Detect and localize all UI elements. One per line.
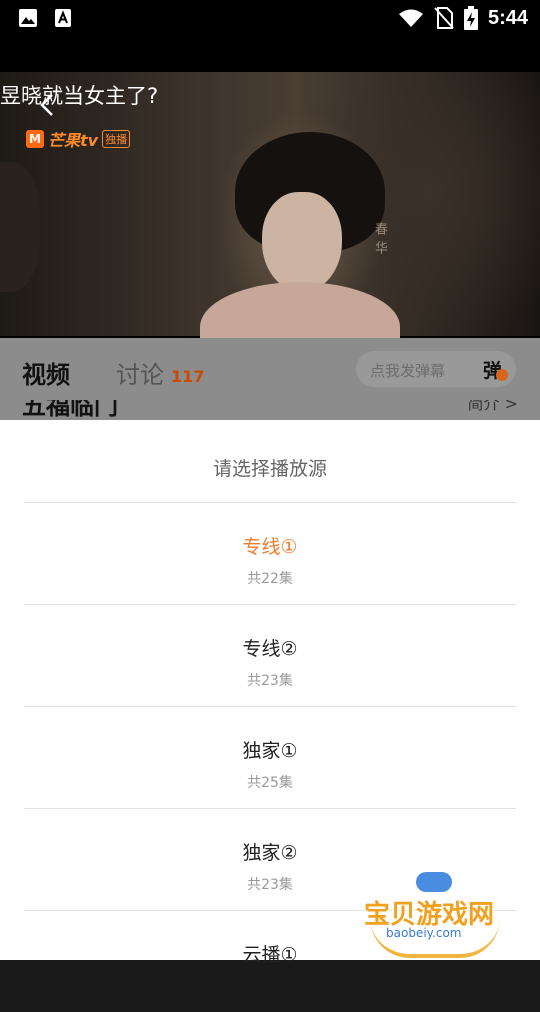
intro-link[interactable]: 简介 > [468, 400, 519, 414]
source-option[interactable]: 专线② 共23集 [0, 604, 540, 706]
source-name: 专线② [242, 638, 298, 660]
video-player[interactable]: 春华 昱晓就当女主了? M 芒果tv 独播 [0, 36, 540, 338]
source-option[interactable]: 独家① 共25集 [0, 706, 540, 808]
source-name: 专线① [242, 536, 298, 558]
discussion-count-badge: 117 [171, 367, 205, 386]
sheet-title: 请选择播放源 [212, 458, 327, 480]
show-title: 五福临门 [22, 400, 118, 420]
tab-discussion[interactable]: 讨论 [116, 355, 164, 390]
episode-count: 共25集 [247, 775, 293, 791]
danmaku-input[interactable]: 点我发弹幕 [370, 360, 445, 381]
status-bar: 5:44 [0, 0, 540, 36]
danmaku-bar: 点我发弹幕 弹 [356, 351, 516, 387]
episode-count: 共22集 [247, 571, 293, 587]
site-watermark: 宝贝游戏网 baobeiy.com [364, 870, 514, 960]
video-frame[interactable]: 春华 [0, 72, 540, 338]
tab-video[interactable]: 视频 [22, 355, 70, 390]
show-info-strip: 五福临门 简介 > [0, 400, 540, 420]
clock: 5:44 [487, 6, 528, 29]
video-title: 昱晓就当女主了? [0, 84, 159, 108]
mango-tv-logo: M 芒果tv 独播 [26, 127, 131, 151]
a-box-icon [55, 9, 71, 27]
source-name: 独家① [242, 740, 298, 762]
no-sim-icon [434, 7, 454, 29]
check-dot-icon [496, 369, 508, 381]
source-name: 独家② [242, 842, 298, 864]
source-option[interactable]: 专线① 共22集 [0, 502, 540, 604]
scene-text: 春华 [372, 222, 387, 260]
image-icon [19, 9, 37, 27]
gamepad-icon [416, 872, 452, 892]
mango-icon: M [26, 130, 44, 148]
back-arrow-icon[interactable] [34, 92, 60, 118]
wifi-icon [398, 9, 423, 27]
watermark-url: baobeiy.com [386, 926, 462, 940]
content-tabs: 视频 讨论 117 点我发弹幕 弹 [0, 338, 540, 400]
episode-count: 共23集 [247, 673, 293, 689]
battery-charging-icon [463, 6, 478, 30]
